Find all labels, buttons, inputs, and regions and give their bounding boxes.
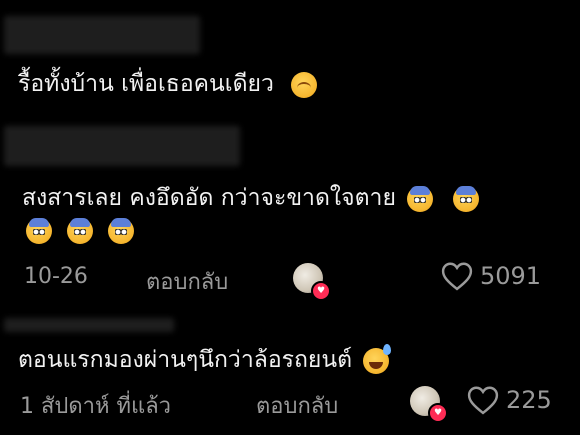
comment-date: 1 สัปดาห์ ที่แล้ว <box>20 394 172 419</box>
comment-date: 10-26 <box>24 264 88 289</box>
comment-2-emoji-line <box>26 218 135 244</box>
heart-badge-icon: ♥ <box>428 403 448 423</box>
username-redacted[interactable] <box>4 318 174 332</box>
like-count: 5091 <box>480 262 542 290</box>
heart-outline-icon <box>441 262 473 291</box>
cold-face-emoji <box>108 218 135 244</box>
heart-outline-icon <box>467 386 499 415</box>
cold-face-emoji <box>67 218 94 244</box>
reply-button[interactable]: ตอบกลับ <box>256 388 338 423</box>
relieved-face-emoji <box>291 71 318 98</box>
heart-badge-icon: ♥ <box>311 281 331 301</box>
comment-text-2: สงสารเลย คงอึดอัด กว่าจะขาดใจตาย <box>22 180 479 216</box>
comment-text-3: ตอนแรกมองผ่านๆนึกว่าล้อรถยนต์ <box>18 342 392 378</box>
like-button[interactable]: 5091 <box>440 261 541 291</box>
comment-text-1: รื้อทั้งบ้าน เพื่อเธอคนเดียว <box>18 66 318 102</box>
cold-face-emoji <box>26 218 52 244</box>
cold-face-emoji <box>452 185 479 212</box>
like-button[interactable]: 225 <box>466 385 552 415</box>
username-redacted[interactable] <box>4 16 200 54</box>
like-count: 225 <box>506 386 552 414</box>
username-redacted[interactable] <box>4 126 240 166</box>
reply-button[interactable]: ตอบกลับ <box>146 264 228 299</box>
grinning-sweat-emoji <box>363 343 392 374</box>
cold-face-emoji <box>407 185 434 212</box>
